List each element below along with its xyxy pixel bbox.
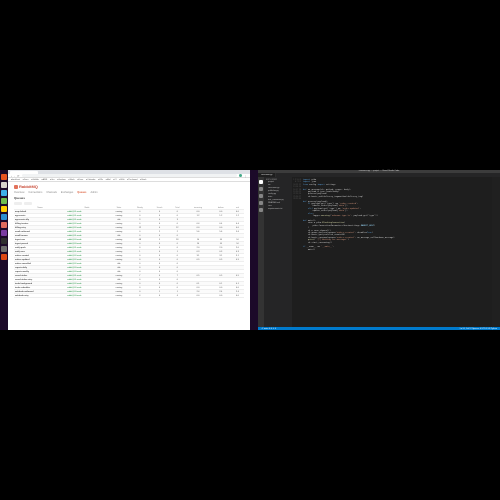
bookmark-item[interactable]: ▸Slack bbox=[69, 179, 75, 181]
status-bar[interactable]: ⎇ main ⊘ 0 ⚠ 0 Ln 24, Col 12 Spaces: 4 U… bbox=[258, 327, 500, 330]
bookmark-item[interactable]: ▸Mail bbox=[106, 179, 111, 181]
main-nav[interactable]: Overview Connections Channels Exchanges Queu… bbox=[14, 191, 244, 194]
bookmark-item[interactable]: ▸AWS bbox=[42, 179, 48, 181]
extensions-icon[interactable] bbox=[259, 208, 263, 212]
filter-control[interactable] bbox=[24, 202, 32, 205]
status-left[interactable]: ⎇ main ⊘ 0 ⚠ 0 bbox=[261, 328, 276, 330]
launcher-icon[interactable] bbox=[1, 254, 7, 260]
bookmark-item[interactable]: ▸K8s bbox=[98, 179, 102, 181]
url-input[interactable] bbox=[22, 174, 237, 177]
filter-control[interactable] bbox=[14, 202, 22, 205]
launcher-icon[interactable] bbox=[1, 174, 7, 180]
search-icon[interactable] bbox=[259, 187, 263, 191]
bookmark-item[interactable]: ▸Docs bbox=[23, 179, 29, 181]
browser-window: ‹ › ⟳ ⋮ ▸localhost▸Docs▸GitHub▸AWS▸Jira▸… bbox=[8, 170, 250, 330]
filter-row[interactable] bbox=[14, 202, 244, 205]
debug-icon[interactable] bbox=[259, 201, 263, 205]
nav-tab[interactable]: Admin bbox=[90, 191, 97, 194]
status-right[interactable]: Ln 24, Col 12 Spaces: 4 UTF-8 LF Python bbox=[460, 328, 497, 330]
reload-icon[interactable]: ⟳ bbox=[17, 174, 20, 178]
nav-tab[interactable]: Overview bbox=[14, 191, 24, 194]
rabbitmq-icon bbox=[14, 185, 18, 189]
nav-tab[interactable]: Exchanges bbox=[61, 191, 73, 194]
nav-tab[interactable]: Queues bbox=[77, 191, 86, 194]
git-icon[interactable] bbox=[259, 194, 263, 198]
bookmark-item[interactable]: ▸Grafana bbox=[57, 179, 65, 181]
menu-icon[interactable]: ⋮ bbox=[244, 174, 247, 178]
ubuntu-launcher[interactable] bbox=[0, 170, 8, 330]
bookmark-item[interactable]: ▸The board bbox=[127, 179, 137, 181]
letterbox-bottom bbox=[0, 330, 500, 500]
launcher-icon[interactable] bbox=[1, 246, 7, 252]
file-item[interactable]: requirements.txt bbox=[266, 208, 290, 211]
bookmark-item[interactable]: ▸Drive bbox=[78, 179, 84, 181]
table-cell: webhook.retry bbox=[14, 294, 66, 298]
launcher-icon[interactable] bbox=[1, 198, 7, 204]
launcher-icon[interactable] bbox=[1, 238, 7, 244]
launcher-icon[interactable] bbox=[1, 214, 7, 220]
table-cell: running bbox=[108, 294, 130, 298]
bookmark-item[interactable]: ▸Stack bbox=[140, 179, 146, 181]
line-gutter: 1 2 3 4 5 6 7 8 9 10 11 12 13 14 15 16 1… bbox=[292, 177, 302, 327]
bookmark-item[interactable]: ▸Calendar bbox=[86, 179, 95, 181]
minimap[interactable] bbox=[492, 177, 500, 327]
table-cell: 0.0 bbox=[231, 294, 244, 298]
table-row[interactable]: webhook.retryrabbit@03-noderunning4040.0… bbox=[14, 294, 244, 298]
ubuntu-launcher-right[interactable] bbox=[250, 170, 258, 330]
letterbox-top bbox=[0, 0, 500, 170]
page-content: RabbitMQ Overview Connections Channels Exch… bbox=[8, 182, 250, 330]
vscode-window: consumer.py — project — Visual Studio Co… bbox=[258, 170, 500, 330]
bookmark-item[interactable]: ▸Jira bbox=[50, 179, 54, 181]
bookmark-item[interactable]: ▸localhost bbox=[11, 179, 20, 181]
launcher-icon[interactable] bbox=[1, 230, 7, 236]
bookmark-item[interactable]: ▸GitHub bbox=[31, 179, 38, 181]
monitor-right: consumer.py — project — Visual Studio Co… bbox=[250, 170, 500, 330]
bookmark-item[interactable]: ▸CI bbox=[114, 179, 117, 181]
table-cell: 0.0 bbox=[185, 294, 211, 298]
brand-text: RabbitMQ bbox=[19, 184, 38, 189]
nav-tab[interactable]: Channels bbox=[46, 191, 57, 194]
bookmark-item[interactable]: ▸Wiki bbox=[120, 179, 125, 181]
profile-icon[interactable] bbox=[239, 174, 242, 177]
monitor-left: ‹ › ⟳ ⋮ ▸localhost▸Docs▸GitHub▸AWS▸Jira▸… bbox=[0, 170, 250, 330]
table-cell: 0 bbox=[150, 294, 170, 298]
code-editor[interactable]: import pika import json from config impo… bbox=[302, 177, 492, 327]
table-cell: 4 bbox=[130, 294, 150, 298]
back-icon[interactable]: ‹ bbox=[11, 174, 12, 178]
explorer-panel[interactable]: EXPLORERproject src consumer.py publishe… bbox=[264, 177, 292, 327]
forward-icon[interactable]: › bbox=[14, 174, 15, 178]
queues-table[interactable]: NameNodeStateReadyUnackTotalincomingdeli… bbox=[14, 206, 244, 298]
brand-logo: RabbitMQ bbox=[14, 184, 244, 189]
nav-tab[interactable]: Connections bbox=[28, 191, 42, 194]
launcher-icon[interactable] bbox=[1, 222, 7, 228]
table-cell: rabbit@03-node bbox=[66, 294, 108, 298]
launcher-icon[interactable] bbox=[1, 206, 7, 212]
page-title: Queues bbox=[14, 196, 244, 200]
table-cell: 0.0 bbox=[211, 294, 231, 298]
table-cell: 4 bbox=[169, 294, 185, 298]
launcher-icon[interactable] bbox=[1, 190, 7, 196]
dual-monitor-desktop: ‹ › ⟳ ⋮ ▸localhost▸Docs▸GitHub▸AWS▸Jira▸… bbox=[0, 170, 500, 330]
files-icon[interactable] bbox=[259, 180, 263, 184]
launcher-icon[interactable] bbox=[1, 182, 7, 188]
editor-area[interactable]: 1 2 3 4 5 6 7 8 9 10 11 12 13 14 15 16 1… bbox=[292, 177, 500, 327]
